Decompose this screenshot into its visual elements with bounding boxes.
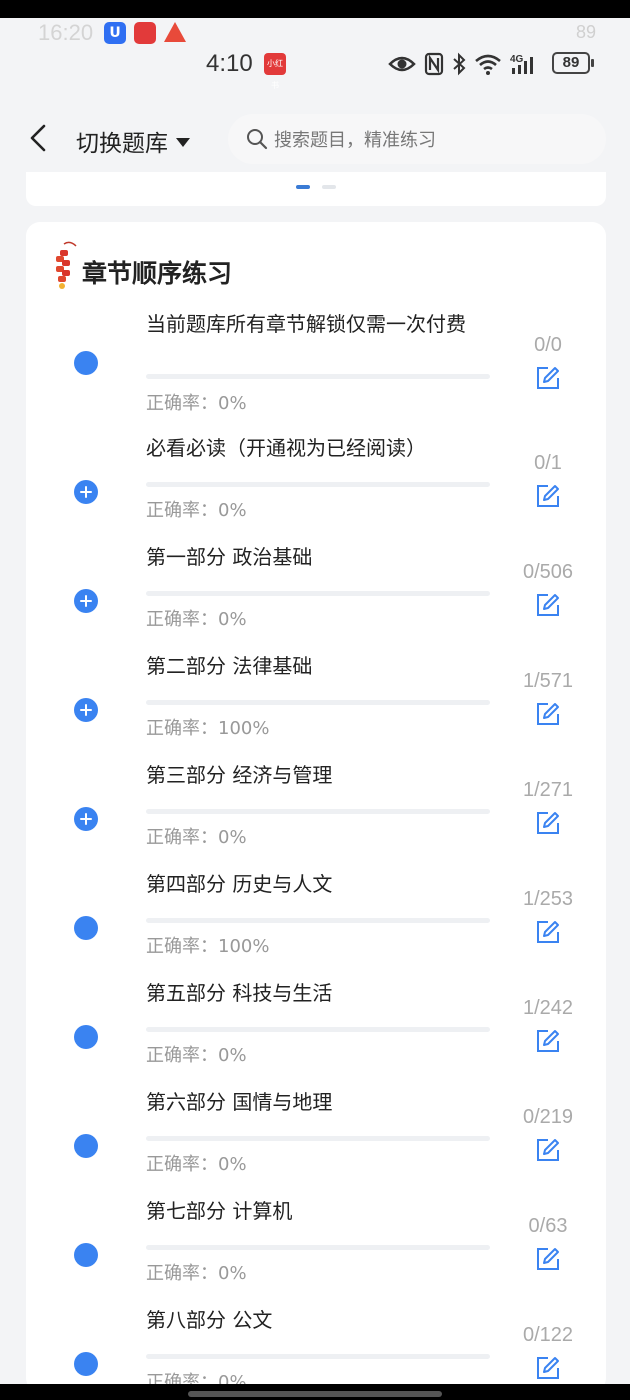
switch-bank-dropdown[interactable]: 切换题库	[76, 124, 190, 158]
edit-icon[interactable]	[534, 1027, 562, 1055]
chapter-title: 当前题库所有章节解锁仅需一次付费	[146, 312, 466, 336]
chapter-title: 第六部分 国情与地理	[146, 1090, 333, 1114]
edit-icon[interactable]	[534, 482, 562, 510]
chapter-progress-bar	[146, 1354, 490, 1359]
chapter-count: 0/63	[528, 1215, 568, 1237]
edit-icon[interactable]	[534, 1245, 562, 1273]
expand-plus-icon[interactable]	[74, 480, 98, 504]
chapter-count: 1/571	[522, 670, 574, 692]
edit-icon[interactable]	[534, 1354, 562, 1382]
chapter-progress-bar	[146, 1136, 490, 1141]
chapter-count: 0/219	[522, 1106, 574, 1128]
edit-icon[interactable]	[534, 1136, 562, 1164]
chapter-title: 第八部分 公文	[146, 1308, 273, 1332]
back-arrow-icon[interactable]	[26, 122, 54, 154]
chapter-progress-bar	[146, 374, 490, 379]
edit-icon[interactable]	[534, 591, 562, 619]
chapter-accuracy: 正确率：0%	[146, 393, 247, 414]
chapter-accuracy: 正确率：100%	[146, 718, 270, 739]
chapter-dot-icon[interactable]	[74, 1352, 98, 1376]
chapter-count: 1/271	[522, 779, 574, 801]
caret-down-icon	[176, 137, 190, 147]
carousel-indicator-active[interactable]	[296, 185, 310, 189]
chapter-accuracy: 正确率：0%	[146, 1154, 247, 1175]
home-indicator[interactable]	[188, 1391, 442, 1397]
chapter-title: 第五部分 科技与生活	[146, 981, 333, 1005]
chapter-progress-bar	[146, 1027, 490, 1032]
chapter-title: 第二部分 法律基础	[146, 654, 313, 678]
chapter-count: 0/1	[534, 452, 562, 474]
switch-bank-label: 切换题库	[76, 131, 168, 157]
search-icon	[247, 129, 268, 150]
chapter-title: 第七部分 计算机	[146, 1199, 293, 1223]
chapter-progress-bar	[146, 482, 490, 487]
chapter-progress-bar	[146, 591, 490, 596]
chapter-accuracy: 正确率：0%	[146, 827, 247, 848]
expand-plus-icon[interactable]	[74, 589, 98, 613]
search-input[interactable]: 搜索题目，精准练习	[228, 114, 606, 164]
section-title: 章节顺序练习	[82, 259, 233, 288]
chapter-progress-bar	[146, 700, 490, 705]
edit-icon[interactable]	[534, 364, 562, 392]
chapter-dot-icon[interactable]	[74, 916, 98, 940]
chapter-progress-bar	[146, 918, 490, 923]
chapter-accuracy: 正确率：0%	[146, 1045, 247, 1066]
carousel-indicator[interactable]	[322, 185, 336, 189]
banner-card-bottom	[26, 172, 606, 206]
chapter-count: 1/253	[522, 888, 574, 910]
chapter-row[interactable]: 第八部分 公文 正确率：0% 0/122	[0, 0, 630, 1393]
chapter-count: 0/122	[522, 1324, 574, 1346]
expand-plus-icon[interactable]	[74, 698, 98, 722]
chapter-progress-bar	[146, 1245, 490, 1250]
edit-icon[interactable]	[534, 700, 562, 728]
chapter-title: 第四部分 历史与人文	[146, 872, 333, 896]
expand-plus-icon[interactable]	[74, 807, 98, 831]
chapter-accuracy: 正确率：0%	[146, 1263, 247, 1284]
chapter-title: 第一部分 政治基础	[146, 545, 313, 569]
chapter-count: 1/242	[522, 997, 574, 1019]
firecracker-icon	[56, 241, 77, 289]
chapter-dot-icon[interactable]	[74, 1134, 98, 1158]
chapter-accuracy: 正确率：0%	[146, 609, 247, 630]
chapter-count: 0/0	[534, 334, 562, 356]
chapter-accuracy: 正确率：0%	[146, 500, 247, 521]
chapter-dot-icon[interactable]	[74, 1243, 98, 1267]
chapter-dot-icon[interactable]	[74, 351, 98, 375]
chapter-title: 必看必读（开通视为已经阅读）	[146, 436, 426, 460]
edit-icon[interactable]	[534, 918, 562, 946]
edit-icon[interactable]	[534, 809, 562, 837]
chapter-progress-bar	[146, 809, 490, 814]
chapter-dot-icon[interactable]	[74, 1025, 98, 1049]
chapter-accuracy: 正确率：100%	[146, 936, 270, 957]
search-placeholder: 搜索题目，精准练习	[274, 130, 436, 151]
chapter-title: 第三部分 经济与管理	[146, 763, 333, 787]
chapter-count: 0/506	[522, 561, 574, 583]
